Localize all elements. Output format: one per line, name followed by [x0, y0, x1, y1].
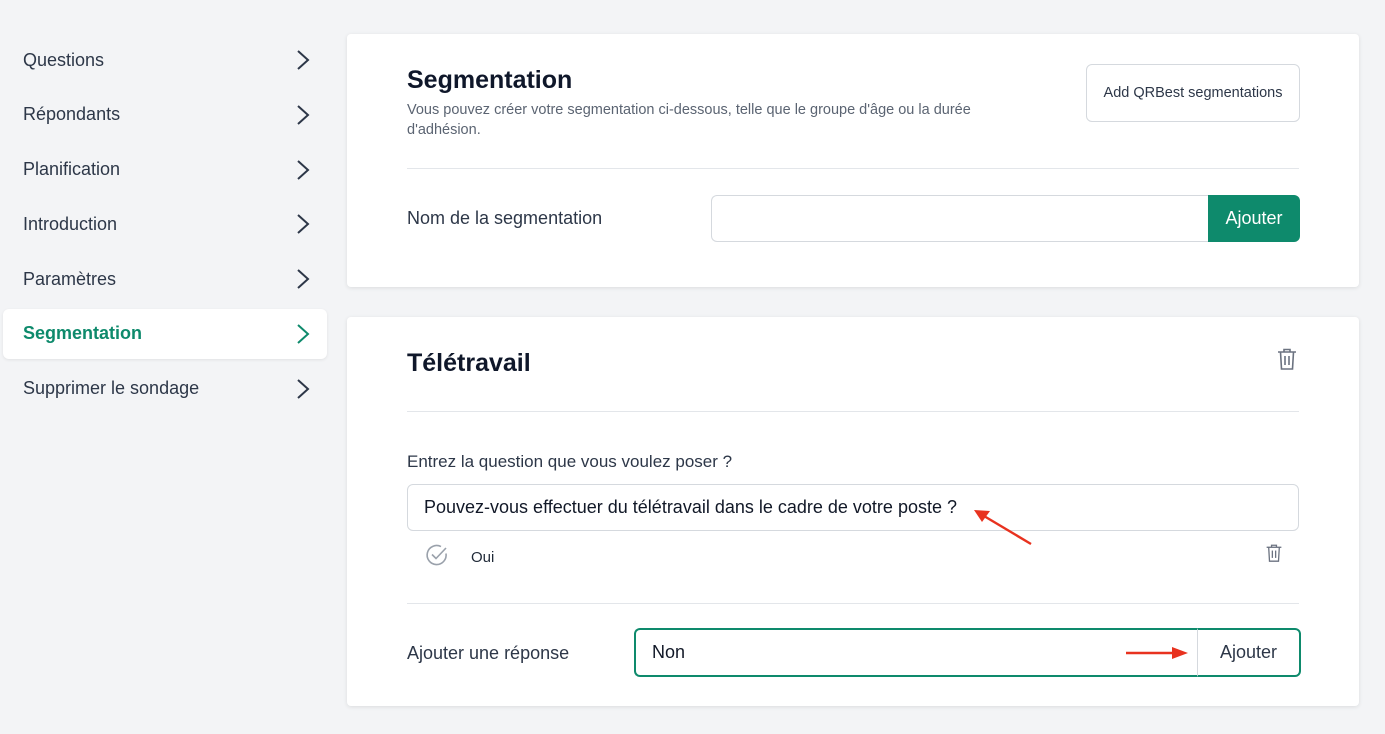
segmentation-name-input[interactable] [711, 195, 1209, 242]
question-label: Entrez la question que vous voulez poser… [407, 452, 733, 471]
add-segmentation-button[interactable]: Ajouter [1208, 195, 1300, 242]
add-answer-input[interactable] [634, 628, 1199, 677]
chevron-right-icon [295, 267, 311, 291]
divider [407, 603, 1299, 604]
chevron-right-icon [295, 322, 311, 346]
sidebar-item-parametres[interactable]: Paramètres [3, 254, 327, 304]
sidebar-item-segmentation[interactable]: Segmentation [3, 308, 327, 359]
divider [407, 168, 1299, 169]
chevron-right-icon [295, 158, 311, 182]
chevron-right-icon [295, 377, 311, 401]
sidebar-item-label: Questions [23, 49, 105, 70]
trash-icon[interactable] [1265, 543, 1283, 563]
sidebar-item-label: Planification [23, 159, 121, 180]
segment-title: Télétravail [407, 349, 531, 377]
sidebar-nav: Questions Répondants Planification Intro… [3, 32, 327, 419]
segment-card: Télétravail Entrez la question que vous … [347, 317, 1359, 706]
answer-item: Oui [425, 543, 494, 572]
segmentation-name-label: Nom de la segmentation [407, 208, 603, 228]
add-qrbest-segmentations-button[interactable]: Add QRBest segmentations [1086, 64, 1300, 122]
sidebar-item-label: Supprimer le sondage [23, 378, 200, 399]
chevron-right-icon [295, 212, 311, 236]
page-title: Segmentation [407, 66, 573, 94]
sidebar-item-supprimer[interactable]: Supprimer le sondage [3, 364, 327, 414]
question-input[interactable] [407, 484, 1299, 531]
sidebar-item-label: Segmentation [23, 323, 143, 344]
sidebar-item-introduction[interactable]: Introduction [3, 199, 327, 249]
add-answer-button[interactable]: Ajouter [1197, 628, 1301, 677]
segmentation-description: Vous pouvez créer votre segmentation ci-… [407, 102, 971, 138]
check-circle-icon [425, 543, 449, 572]
chevron-right-icon [295, 103, 311, 127]
sidebar-item-label: Répondants [23, 104, 121, 125]
sidebar-item-questions[interactable]: Questions [3, 35, 327, 85]
segmentation-card: Segmentation Vous pouvez créer votre seg… [347, 34, 1359, 287]
sidebar-item-repondants[interactable]: Répondants [3, 90, 327, 140]
divider [407, 411, 1299, 412]
answer-label: Oui [471, 549, 495, 566]
add-answer-label: Ajouter une réponse [407, 643, 570, 663]
sidebar-item-label: Introduction [23, 213, 118, 234]
sidebar-item-label: Paramètres [23, 268, 117, 289]
sidebar-item-planification[interactable]: Planification [3, 145, 327, 195]
chevron-right-icon [295, 48, 311, 72]
trash-icon[interactable] [1276, 347, 1298, 371]
